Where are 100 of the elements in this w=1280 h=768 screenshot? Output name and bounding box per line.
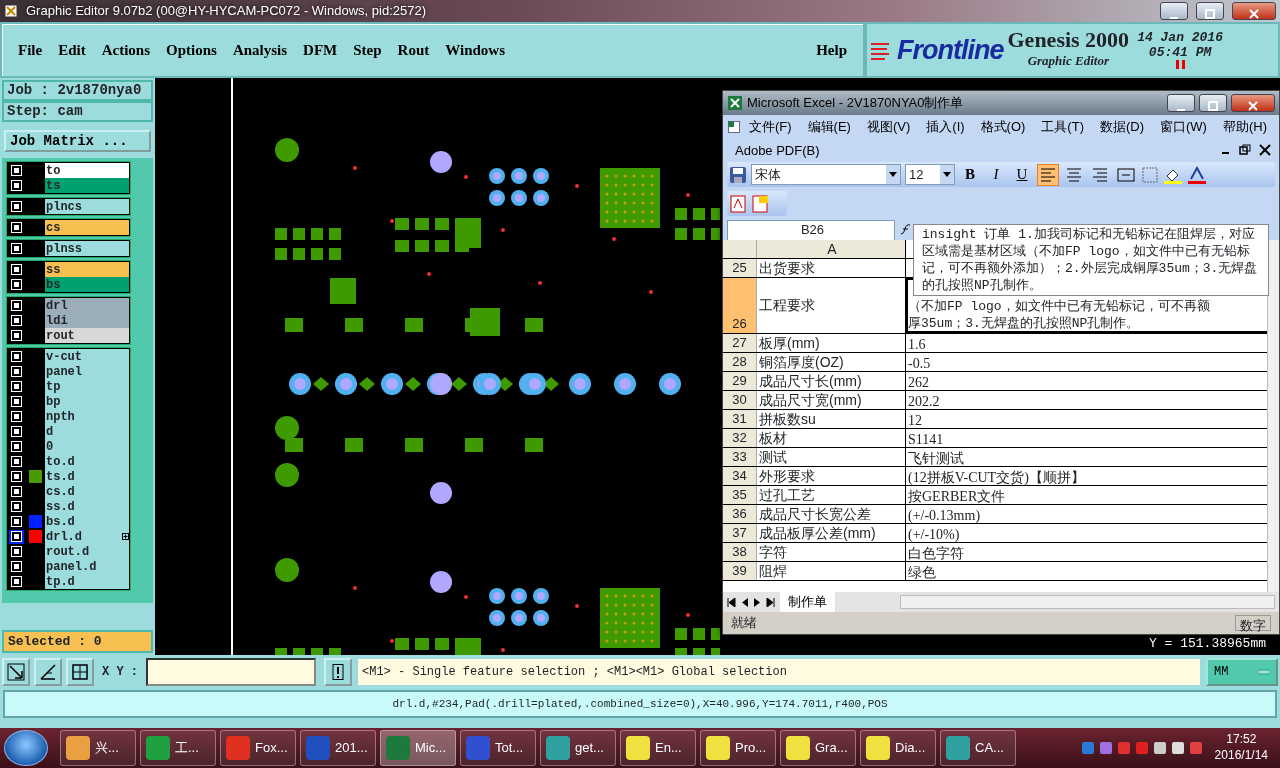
pdf-comment-icon[interactable] — [751, 194, 769, 213]
align-left-button[interactable] — [1037, 163, 1059, 186]
pdf-icon[interactable] — [729, 194, 747, 213]
checkbox[interactable] — [12, 244, 21, 253]
row-header[interactable]: 33 — [723, 448, 757, 466]
menu-item[interactable]: 插入(I) — [918, 115, 973, 139]
checkbox[interactable] — [12, 382, 21, 391]
checkbox[interactable] — [12, 280, 21, 289]
layer-name[interactable]: rout — [45, 328, 129, 343]
menu-item[interactable]: Windows — [437, 38, 513, 62]
menu-item[interactable]: Options — [158, 38, 225, 62]
taskbar-button[interactable]: Dia... — [860, 730, 936, 766]
row-header[interactable]: 36 — [723, 505, 757, 523]
vertical-scrollbar[interactable] — [1267, 240, 1279, 592]
bold-button[interactable]: B — [959, 163, 981, 186]
menu-item[interactable]: 文件(F) — [741, 115, 800, 139]
taskbar-button[interactable]: 201... — [300, 730, 376, 766]
layer-name[interactable]: ts — [45, 178, 129, 193]
row-header[interactable]: 35 — [723, 486, 757, 504]
zoom-button[interactable] — [2, 657, 30, 686]
menu-item[interactable]: 工具(T) — [1033, 115, 1092, 139]
layer-name[interactable]: v-cut — [45, 349, 129, 364]
taskbar-button[interactable]: En... — [620, 730, 696, 766]
job-matrix-button[interactable]: Job Matrix ... — [4, 130, 151, 152]
close-button[interactable] — [1232, 2, 1276, 20]
row-header[interactable]: 29 — [723, 372, 757, 390]
layer-name[interactable]: ts.d — [45, 469, 129, 484]
checkbox[interactable] — [12, 577, 21, 586]
layer-name[interactable]: cs — [45, 220, 129, 235]
clock-date[interactable]: 2016/1/14 — [1214, 748, 1268, 764]
row-header[interactable]: 30 — [723, 391, 757, 409]
menu-item[interactable]: 视图(V) — [858, 115, 919, 139]
row-header[interactable]: 27 — [723, 334, 757, 352]
taskbar-button[interactable]: Gra... — [780, 730, 856, 766]
layer-name[interactable]: plnss — [45, 241, 129, 256]
taskbar-button[interactable]: Fox... — [220, 730, 296, 766]
layer-name[interactable]: panel.d — [45, 559, 129, 574]
column-header[interactable]: A — [757, 240, 906, 258]
underline-button[interactable]: U — [1011, 163, 1033, 186]
menu-item[interactable]: 数据(D) — [1091, 115, 1152, 139]
checkbox[interactable] — [12, 427, 21, 436]
menu-item[interactable]: 格式(O) — [972, 115, 1034, 139]
measure-button[interactable] — [34, 657, 62, 686]
layer-name[interactable]: bs — [45, 277, 129, 292]
layer-name[interactable]: bp — [45, 394, 129, 409]
taskbar-button[interactable]: Mic... — [380, 730, 456, 766]
row-header[interactable]: 28 — [723, 353, 757, 371]
checkbox[interactable] — [12, 166, 21, 175]
units-dropdown[interactable]: MM — [1206, 657, 1278, 686]
row-header[interactable]: 37 — [723, 524, 757, 542]
layer-name[interactable]: plncs — [45, 199, 129, 214]
restore-icon[interactable] — [1239, 144, 1251, 157]
menu-item[interactable]: File — [10, 38, 51, 62]
clock-time[interactable]: 17:52 — [1214, 732, 1268, 748]
grid-button[interactable] — [66, 657, 94, 686]
horizontal-scrollbar[interactable] — [900, 595, 1275, 609]
layer-name[interactable]: to — [45, 163, 129, 178]
row-header[interactable]: 31 — [723, 410, 757, 428]
checkbox[interactable] — [12, 202, 21, 211]
tray-icon[interactable] — [1170, 741, 1185, 755]
checkbox[interactable] — [12, 181, 21, 190]
layer-name[interactable]: ss — [45, 262, 129, 277]
menu-item[interactable]: Adobe PDF(B) — [727, 138, 828, 162]
checkbox[interactable] — [12, 457, 21, 466]
checkbox[interactable] — [12, 331, 21, 340]
taskbar-button[interactable]: CA... — [940, 730, 1016, 766]
menu-item[interactable]: Actions — [93, 38, 158, 62]
font-size-dropdown[interactable]: 12 — [905, 164, 955, 185]
menu-item[interactable]: Edit — [50, 38, 94, 62]
coordinate-input[interactable] — [146, 657, 316, 686]
maximize-button[interactable] — [1196, 2, 1224, 20]
close-button[interactable] — [1231, 94, 1275, 112]
taskbar-button[interactable]: Pro... — [700, 730, 776, 766]
nav-arrow-icon[interactable] — [766, 597, 775, 607]
layer-name[interactable]: bs.d — [45, 514, 129, 529]
checkbox[interactable] — [12, 301, 21, 310]
menu-item[interactable]: Step — [345, 38, 390, 62]
checkbox[interactable] — [12, 397, 21, 406]
layer-name[interactable]: to.d — [45, 454, 129, 469]
layer-name[interactable]: ss.d — [45, 499, 129, 514]
menu-item[interactable]: Analysis — [224, 38, 296, 62]
layer-name[interactable]: drl — [45, 298, 129, 313]
checkbox[interactable] — [12, 412, 21, 421]
checkbox[interactable] — [12, 472, 21, 481]
layer-name[interactable]: tp — [45, 379, 129, 394]
start-button[interactable] — [4, 730, 48, 766]
checkbox[interactable] — [12, 517, 21, 526]
alert-button[interactable] — [324, 657, 352, 686]
layer-name[interactable]: rout.d — [45, 544, 129, 559]
row-header[interactable]: 34 — [723, 467, 757, 485]
checkbox[interactable] — [12, 265, 21, 274]
menu-item[interactable]: Rout — [389, 38, 438, 62]
checkbox[interactable] — [12, 367, 21, 376]
layer-name[interactable]: ldi — [45, 313, 129, 328]
menu-item[interactable]: DFM — [295, 38, 346, 62]
minimize-button[interactable] — [1160, 2, 1188, 20]
layer-name[interactable]: drl.d — [45, 529, 129, 544]
close-icon[interactable] — [1259, 144, 1271, 157]
taskbar-button[interactable]: get... — [540, 730, 616, 766]
italic-button[interactable]: I — [985, 163, 1007, 186]
